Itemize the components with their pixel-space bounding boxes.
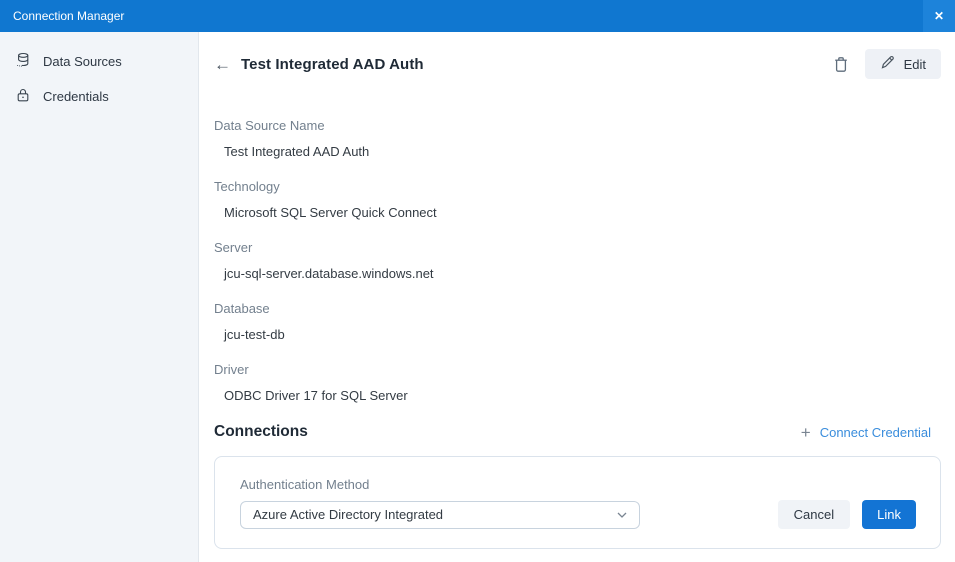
field-value: Microsoft SQL Server Quick Connect	[224, 205, 437, 220]
connection-card: Authentication Method Azure Active Direc…	[214, 456, 941, 549]
card-buttons: Cancel Link	[777, 500, 916, 529]
field-data-source-name: Data Source Name Test Integrated AAD Aut…	[214, 118, 941, 159]
field-label: Technology	[214, 179, 280, 194]
auth-method-value: Azure Active Directory Integrated	[253, 507, 444, 522]
connect-credential-link[interactable]: + Connect Credential	[801, 424, 941, 441]
header-actions: Edit	[832, 49, 941, 79]
field-label: Data Source Name	[214, 118, 325, 133]
edit-button-label: Edit	[903, 56, 926, 72]
field-value: ODBC Driver 17 for SQL Server	[224, 388, 408, 403]
edit-button[interactable]: Edit	[864, 49, 941, 79]
cancel-button[interactable]: Cancel	[777, 500, 851, 529]
connect-credential-label: Connect Credential	[819, 424, 931, 440]
field-server: Server jcu-sql-server.database.windows.n…	[214, 240, 941, 281]
window-title: Connection Manager	[13, 9, 125, 23]
sidebar: Data Sources Credentials	[0, 32, 199, 562]
field-driver: Driver ODBC Driver 17 for SQL Server	[214, 362, 941, 403]
field-technology: Technology Microsoft SQL Server Quick Co…	[214, 179, 941, 220]
pencil-icon	[880, 55, 895, 73]
sidebar-item-credentials[interactable]: Credentials	[0, 79, 198, 114]
delete-button[interactable]	[832, 55, 850, 74]
page-title: Test Integrated AAD Auth	[241, 55, 424, 73]
titlebar: Connection Manager ✕	[0, 0, 955, 32]
back-arrow-icon[interactable]: ←	[214, 56, 231, 73]
auth-method-select[interactable]: Azure Active Directory Integrated	[240, 500, 640, 529]
page-header: ← Test Integrated AAD Auth Edit	[214, 49, 941, 79]
sidebar-item-label: Data Sources	[43, 54, 122, 69]
chevron-down-icon	[617, 507, 627, 522]
lock-icon	[15, 87, 31, 106]
sidebar-item-label: Credentials	[43, 89, 109, 104]
database-icon	[15, 52, 31, 71]
field-value: jcu-sql-server.database.windows.net	[224, 266, 434, 281]
main-panel: ← Test Integrated AAD Auth Edit Data Sou…	[199, 32, 955, 562]
field-database: Database jcu-test-db	[214, 301, 941, 342]
link-button[interactable]: Link	[862, 500, 916, 529]
plus-icon: +	[800, 422, 811, 442]
field-value: Test Integrated AAD Auth	[224, 144, 370, 159]
field-label: Driver	[214, 362, 249, 377]
auth-method-label: Authentication Method	[240, 477, 370, 492]
field-label: Server	[214, 240, 253, 255]
field-value: jcu-test-db	[224, 327, 285, 342]
close-icon[interactable]: ✕	[923, 0, 955, 32]
field-label: Database	[214, 301, 270, 316]
connections-heading: Connections	[214, 423, 308, 440]
sidebar-item-data-sources[interactable]: Data Sources	[0, 44, 198, 79]
connections-header: Connections + Connect Credential	[214, 423, 941, 441]
